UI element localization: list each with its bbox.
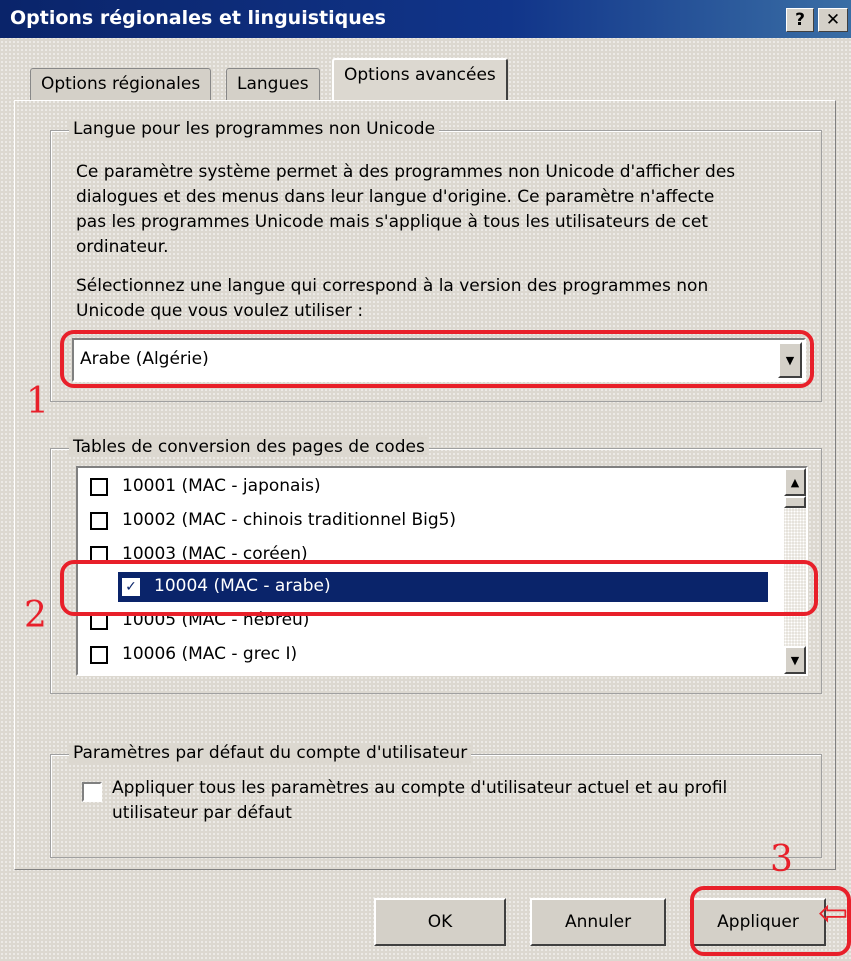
ok-button[interactable]: OK xyxy=(374,898,506,946)
checkbox[interactable] xyxy=(90,512,108,530)
list-item-label: 10003 (MAC - coréen) xyxy=(122,544,308,560)
description-line: ordinateur. xyxy=(76,237,169,257)
scroll-thumb[interactable] xyxy=(784,496,806,508)
prompt-line: Sélectionnez une langue qui correspond à… xyxy=(76,276,709,296)
scroll-down-button[interactable]: ▼ xyxy=(784,646,806,674)
apply-button-label: Appliquer xyxy=(717,912,799,932)
prompt-line: Unicode que vous voulez utiliser : xyxy=(76,301,364,321)
list-item[interactable]: 10006 (MAC - grec I) xyxy=(90,640,600,670)
checkbox[interactable] xyxy=(90,478,108,496)
checkbox-label-line: Appliquer tous les paramètres au compte … xyxy=(112,778,728,798)
checkbox-label-line: utilisateur par défaut xyxy=(112,803,292,823)
list-item[interactable]: 10003 (MAC - coréen) xyxy=(90,540,600,560)
group-legend: Tables de conversion des pages de codes xyxy=(69,437,429,457)
help-button[interactable]: ? xyxy=(786,8,814,32)
close-icon: ✕ xyxy=(825,9,841,30)
chevron-down-icon: ▼ xyxy=(785,353,795,367)
checkbox-checked[interactable]: ✓ xyxy=(122,578,140,596)
arrow-left-icon: ⇦ xyxy=(818,893,849,934)
dialog-window: Options régionales et linguistiques ? ✕ … xyxy=(0,0,851,961)
checkbox[interactable] xyxy=(90,546,108,560)
apply-defaults-checkbox[interactable] xyxy=(82,782,102,802)
list-item-label: 10001 (MAC - japonais) xyxy=(122,476,321,496)
ok-button-label: OK xyxy=(427,912,453,932)
chevron-up-icon: ▲ xyxy=(790,475,800,489)
scroll-up-button[interactable]: ▲ xyxy=(784,468,806,496)
code-pages-list[interactable]: 10001 (MAC - japonais) 10002 (MAC - chin… xyxy=(76,466,808,676)
annotation-number-1: 1 xyxy=(26,381,49,422)
group-legend: Langue pour les programmes non Unicode xyxy=(69,119,440,139)
language-dropdown[interactable]: Arabe (Algérie) ▼ xyxy=(72,338,806,382)
language-prompt: Sélectionnez une langue qui correspond à… xyxy=(76,274,708,324)
tab-label: Options régionales xyxy=(41,74,201,94)
annotation-number-3: 3 xyxy=(770,839,793,880)
apply-button[interactable]: Appliquer xyxy=(690,898,826,946)
tab-options-avancees[interactable]: Options avancées xyxy=(332,58,508,100)
description-line: pas les programmes Unicode mais s'appliq… xyxy=(76,212,708,232)
close-button[interactable]: ✕ xyxy=(818,8,848,32)
language-dropdown-value: Arabe (Algérie) xyxy=(80,349,209,369)
list-item-label: 10002 (MAC - chinois traditionnel Big5) xyxy=(122,510,457,530)
group-legend: Paramètres par défaut du compte d'utilis… xyxy=(69,743,472,763)
description-line: dialogues et des menus dans leur langue … xyxy=(76,187,715,207)
chevron-down-icon: ▼ xyxy=(790,653,800,667)
list-item[interactable]: 10005 (MAC - hébreu) xyxy=(90,606,600,636)
list-item-selected[interactable]: ✓ 10004 (MAC - arabe) xyxy=(118,572,768,602)
tab-langues[interactable]: Langues xyxy=(226,68,320,100)
title-bar[interactable]: Options régionales et linguistiques ? ✕ xyxy=(0,0,851,38)
window-edge xyxy=(0,38,14,961)
tab-label: Langues xyxy=(237,74,309,94)
window-title: Options régionales et linguistiques xyxy=(10,7,386,29)
description-line: Ce paramètre système permet à des progra… xyxy=(76,162,736,182)
non-unicode-description: Ce paramètre système permet à des progra… xyxy=(76,160,735,260)
list-scrollbar[interactable]: ▲ ▼ xyxy=(784,468,806,674)
dropdown-arrow-button[interactable]: ▼ xyxy=(778,342,802,378)
list-item[interactable]: 10001 (MAC - japonais) xyxy=(90,472,600,502)
annotation-number-2: 2 xyxy=(24,595,47,636)
tab-options-regionales[interactable]: Options régionales xyxy=(30,68,212,100)
apply-defaults-label: Appliquer tous les paramètres au compte … xyxy=(112,776,727,826)
list-item-label: 10004 (MAC - arabe) xyxy=(154,576,331,596)
help-icon: ? xyxy=(795,9,805,30)
tab-label: Options avancées xyxy=(344,65,496,85)
checkbox[interactable] xyxy=(90,646,108,664)
list-item-label: 10006 (MAC - grec I) xyxy=(122,644,298,664)
cancel-button-label: Annuler xyxy=(564,912,632,932)
list-item[interactable]: 10002 (MAC - chinois traditionnel Big5) xyxy=(90,506,600,536)
checkbox[interactable] xyxy=(90,612,108,630)
list-item-label: 10005 (MAC - hébreu) xyxy=(122,610,310,630)
cancel-button[interactable]: Annuler xyxy=(530,898,666,946)
